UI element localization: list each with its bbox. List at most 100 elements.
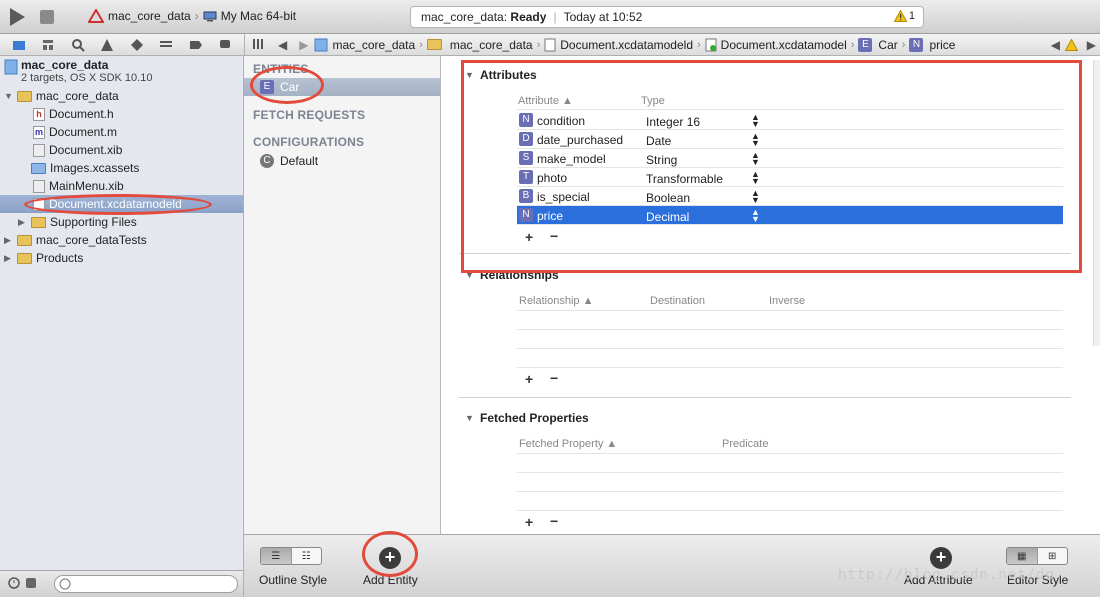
table-style-icon[interactable]: ▦ — [1007, 548, 1038, 564]
nav-group-supporting-files[interactable]: ▶ Supporting Files — [0, 213, 243, 231]
run-icon[interactable] — [6, 6, 28, 28]
breadcrumb-datamodeld[interactable]: Document.xcdatamodeld — [544, 38, 693, 52]
popup-stepper-icon[interactable]: ▲ ▼ — [751, 189, 760, 205]
add-entity-icon[interactable]: + — [379, 547, 401, 569]
nav-file-document-xcdatamodeld[interactable]: Document.xcdatamodeld — [0, 195, 243, 213]
add-attribute-icon[interactable]: + — [930, 547, 952, 569]
folder-navigator-icon[interactable] — [12, 38, 26, 52]
search-icon[interactable] — [71, 38, 85, 52]
disclosure-closed-icon[interactable]: ▶ — [4, 253, 14, 264]
log-navigator-icon[interactable] — [218, 38, 232, 52]
disclosure-open-icon[interactable]: ▼ — [465, 270, 474, 280]
list-style-icon[interactable]: ☰ — [261, 548, 292, 564]
attribute-type[interactable]: Boolean — [646, 191, 690, 205]
add-relationship-plus-icon[interactable]: + — [525, 371, 533, 387]
table-row-line — [517, 453, 1063, 454]
attribute-row-photo[interactable]: T photo Transformable ▲ ▼ — [517, 168, 1063, 187]
nav-item-label: mac_core_data — [36, 89, 119, 103]
add-attribute-plus-icon[interactable]: + — [525, 229, 533, 245]
relationship-column-header[interactable]: Relationship ▲ — [519, 295, 593, 307]
popup-stepper-icon[interactable]: ▲ ▼ — [751, 170, 760, 186]
remove-attribute-minus-icon[interactable]: − — [550, 228, 558, 244]
nav-file-mainmenu-xib[interactable]: MainMenu.xib — [0, 177, 243, 195]
predicate-column-header[interactable]: Predicate — [722, 438, 768, 450]
debug-navigator-icon[interactable] — [159, 38, 173, 52]
recent-files-clock-icon[interactable] — [8, 577, 20, 589]
table-row-line — [517, 367, 1063, 368]
attribute-type[interactable]: Transformable — [646, 172, 723, 186]
add-entity-label[interactable]: Add Entity — [363, 573, 418, 587]
popup-stepper-icon[interactable]: ▲ ▼ — [751, 151, 760, 167]
issue-navigator-icon[interactable] — [100, 38, 114, 52]
scheme-selector[interactable]: mac_core_data › My Mac 64-bit — [88, 9, 296, 23]
table-row-line — [517, 310, 1063, 311]
attribute-row-is-special[interactable]: B is_special Boolean ▲ ▼ — [517, 187, 1063, 206]
disclosure-open-icon[interactable]: ▼ — [465, 70, 474, 80]
editor-style-toggle[interactable]: ▦ ⊞ — [1006, 547, 1068, 565]
stop-icon[interactable] — [40, 10, 54, 24]
attribute-type[interactable]: Integer 16 — [646, 115, 700, 129]
jump-bar: ◀ ▶ mac_core_data › mac_core_data › Docu… — [244, 34, 1100, 56]
attribute-row-price[interactable]: N price Decimal ▲ ▼ — [517, 206, 1063, 225]
attribute-row-condition[interactable]: N condition Integer 16 ▲ ▼ — [517, 111, 1063, 130]
forward-arrow-icon[interactable]: ▶ — [299, 38, 308, 52]
scm-status-icon[interactable] — [25, 577, 37, 589]
entity-car[interactable]: E Car — [244, 78, 440, 96]
attribute-name[interactable]: photo — [537, 171, 567, 185]
inverse-column-header[interactable]: Inverse — [769, 295, 805, 307]
attribute-name[interactable]: make_model — [537, 152, 606, 166]
attribute-type[interactable]: String — [646, 153, 677, 167]
breadcrumb-project[interactable]: mac_core_data — [314, 38, 415, 52]
related-items-icon[interactable] — [253, 38, 266, 52]
test-navigator-icon[interactable] — [130, 38, 144, 52]
attribute-row-date-purchased[interactable]: D date_purchased Date ▲ ▼ — [517, 130, 1063, 149]
disclosure-open-icon[interactable]: ▼ — [465, 413, 474, 423]
project-name[interactable]: mac_core_data — [21, 58, 108, 72]
nav-file-images-xcassets[interactable]: Images.xcassets — [0, 159, 243, 177]
warning-icon[interactable] — [1065, 38, 1078, 51]
disclosure-closed-icon[interactable]: ▶ — [18, 217, 28, 228]
attribute-name[interactable]: price — [537, 209, 563, 223]
attribute-name[interactable]: is_special — [537, 190, 590, 204]
attribute-column-header[interactable]: Attribute ▲ — [518, 95, 573, 107]
destination-column-header[interactable]: Destination — [650, 295, 705, 307]
remove-relationship-minus-icon[interactable]: − — [550, 370, 558, 386]
nav-file-document-h[interactable]: h Document.h — [0, 105, 243, 123]
next-issue-icon[interactable]: ▶ — [1087, 38, 1096, 52]
hierarchy-style-icon[interactable]: ☷ — [292, 548, 322, 564]
type-column-header[interactable]: Type — [641, 95, 665, 107]
breakpoint-navigator-icon[interactable] — [189, 38, 203, 52]
previous-issue-icon[interactable]: ◀ — [1051, 38, 1060, 52]
warning-indicator[interactable]: 1 — [893, 10, 915, 22]
popup-stepper-icon[interactable]: ▲ ▼ — [751, 208, 760, 224]
nav-group-tests[interactable]: ▶ mac_core_dataTests — [0, 231, 243, 249]
back-arrow-icon[interactable]: ◀ — [278, 38, 287, 52]
graph-style-icon[interactable]: ⊞ — [1038, 548, 1068, 564]
attribute-type[interactable]: Date — [646, 134, 671, 148]
attribute-row-make-model[interactable]: S make_model String ▲ ▼ — [517, 149, 1063, 168]
attribute-name[interactable]: condition — [537, 114, 585, 128]
disclosure-open-icon[interactable]: ▼ — [4, 91, 14, 101]
breadcrumb-group[interactable]: mac_core_data — [426, 38, 533, 52]
editor-scrollbar[interactable] — [1093, 60, 1100, 346]
add-fetched-property-plus-icon[interactable]: + — [525, 514, 533, 530]
remove-fetched-property-minus-icon[interactable]: − — [550, 513, 558, 529]
navigator-filter-input[interactable] — [54, 575, 238, 593]
disclosure-closed-icon[interactable]: ▶ — [4, 235, 14, 246]
attribute-type[interactable]: Decimal — [646, 210, 689, 224]
fetched-property-column-header[interactable]: Fetched Property ▲ — [519, 438, 617, 450]
outline-style-toggle[interactable]: ☰ ☷ — [260, 547, 322, 565]
breadcrumb-attribute[interactable]: N price — [909, 37, 955, 52]
scheme-name: mac_core_data — [108, 9, 191, 23]
nav-group-mac_core_data[interactable]: ▼ mac_core_data — [0, 87, 243, 105]
attribute-name[interactable]: date_purchased — [537, 133, 623, 147]
nav-file-document-m[interactable]: m Document.m — [0, 123, 243, 141]
breadcrumb-datamodel[interactable]: Document.xcdatamodel — [705, 38, 847, 52]
nav-file-document-xib[interactable]: Document.xib — [0, 141, 243, 159]
breadcrumb-entity[interactable]: E Car — [858, 37, 898, 52]
popup-stepper-icon[interactable]: ▲ ▼ — [751, 132, 760, 148]
symbol-navigator-icon[interactable] — [41, 38, 55, 52]
configuration-default[interactable]: C Default — [260, 152, 448, 170]
popup-stepper-icon[interactable]: ▲ ▼ — [751, 113, 760, 129]
nav-group-products[interactable]: ▶ Products — [0, 249, 243, 267]
